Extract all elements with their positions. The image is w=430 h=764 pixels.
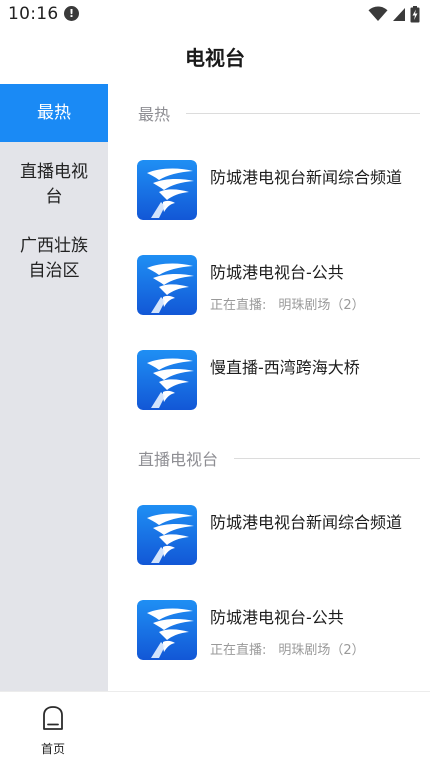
now-playing-program: 明珠剧场（2） xyxy=(278,643,365,658)
nav-home[interactable]: 首页 xyxy=(26,702,80,758)
section-title: 最热 xyxy=(138,105,171,124)
channel-name: 防城港电视台新闻综合频道 xyxy=(210,168,403,187)
section-header-hottest: 最热 xyxy=(138,101,420,125)
channel-name: 慢直播-西湾跨海大桥 xyxy=(210,358,360,377)
sidebar-item-hottest[interactable]: 最热 xyxy=(0,84,108,142)
home-icon xyxy=(43,706,63,730)
now-playing: 正在直播: 明珠剧场（2） xyxy=(210,639,365,658)
status-time: 10:16 xyxy=(8,4,59,24)
sidebar-item-label: 直播电视台 xyxy=(20,161,88,207)
sidebar-item-live-tv[interactable]: 直播电视台 xyxy=(0,142,108,227)
now-playing-label: 正在直播: xyxy=(210,643,267,658)
sidebar-item-label: 广西壮族自治区 xyxy=(20,236,88,281)
sidebar-item-guangxi[interactable]: 广西壮族自治区 xyxy=(0,227,108,291)
channel-item[interactable]: 防城港电视台新闻综合频道 xyxy=(137,160,422,222)
signal-icon xyxy=(393,7,405,21)
nav-label: 首页 xyxy=(40,742,65,756)
category-sidebar: 最热 直播电视台 广西壮族自治区 xyxy=(0,84,108,691)
sidebar-item-label: 最热 xyxy=(37,102,71,123)
channel-item[interactable]: 防城港电视台-公共 正在直播: 明珠剧场（2） xyxy=(137,255,422,317)
channel-list: 最热 防城港电视台新闻综合频道 防城港电视台-公共 正在直播: 明珠剧场（2） 慢… xyxy=(108,84,430,691)
app-header: 电视台 xyxy=(0,30,430,82)
channel-name: 防城港电视台-公共 xyxy=(210,263,344,282)
section-divider xyxy=(186,112,420,114)
section-title: 直播电视台 xyxy=(138,450,219,469)
alert-icon: ! xyxy=(64,6,79,21)
channel-item[interactable]: 防城港电视台新闻综合频道 xyxy=(137,505,422,567)
section-divider xyxy=(234,457,420,459)
screen: 10:16 ! 电视台 最热 直播电视台 广西壮族自治区 最热 防城港电视台新闻… xyxy=(0,0,430,764)
channel-logo-icon xyxy=(137,160,197,220)
channel-name: 防城港电视台新闻综合频道 xyxy=(210,513,403,532)
section-header-live-tv: 直播电视台 xyxy=(138,446,420,470)
channel-logo-icon xyxy=(137,600,197,660)
wifi-icon xyxy=(368,6,388,22)
status-bar: 10:16 ! xyxy=(0,0,430,30)
page-title: 电视台 xyxy=(185,46,245,70)
battery-charging-icon xyxy=(410,5,420,22)
channel-logo-icon xyxy=(137,350,197,410)
channel-logo-icon xyxy=(137,505,197,565)
now-playing: 正在直播: 明珠剧场（2） xyxy=(210,294,365,313)
bottom-nav: 首页 xyxy=(0,691,430,764)
now-playing-program: 明珠剧场（2） xyxy=(278,298,365,313)
channel-name: 防城港电视台-公共 xyxy=(210,608,344,627)
status-icons xyxy=(368,5,420,23)
channel-logo-icon xyxy=(137,255,197,315)
channel-item[interactable]: 防城港电视台-公共 正在直播: 明珠剧场（2） xyxy=(137,600,422,662)
now-playing-label: 正在直播: xyxy=(210,298,267,313)
channel-item[interactable]: 慢直播-西湾跨海大桥 xyxy=(137,350,422,412)
